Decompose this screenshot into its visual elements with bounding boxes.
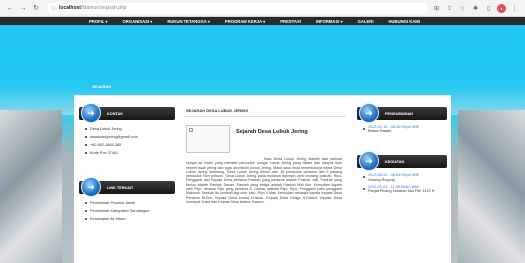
activity-list: 2019-08-20 - 08:53:00pm WIB Gotong Royon…	[363, 173, 447, 193]
info-icon[interactable]: ⓘ	[51, 5, 56, 12]
contact-header: ➜ KONTAK	[79, 103, 175, 123]
hero-left-decoration	[0, 110, 62, 263]
nav-item-informasi[interactable]: INFORMASI ▾	[316, 19, 343, 24]
link-kecamatan-air-hitam[interactable]: Kecamatan Air Hitam	[85, 215, 175, 223]
nav-item-galeri[interactable]: GALERI	[358, 19, 374, 24]
contact-item-address: Desa Lubuk Jering	[85, 125, 175, 133]
share-icon[interactable]: ⇪	[445, 4, 454, 13]
left-sidebar: ➜ KONTAK Desa Lubuk Jering desalubukjeri…	[79, 103, 175, 223]
section-title: SEJARAH DESA LUBUK JERING	[184, 107, 346, 117]
list-item[interactable]: 2022-01-15 - 08:25:00pm WIB Bakan Raskin	[363, 125, 447, 133]
nav-item-organisasi[interactable]: ORGANISASI ▾	[123, 19, 153, 24]
sidebar-icon[interactable]: ▯	[484, 4, 493, 13]
right-sidebar: ➜ PENGUMUMAN 2022-01-15 - 08:25:00pm WIB…	[357, 103, 447, 196]
article-body: Kata Desa Lubuk Jering diambil dari sebu…	[186, 157, 342, 204]
browser-toolbar: ← → ↻ ⓘ localhost /Mamun/sejarah.php ⊞ ⇪…	[0, 0, 525, 17]
activity-title[interactable]: Panjat Pinang Lebaran Idul Fitri 1443 H	[368, 189, 447, 193]
address-bar[interactable]: ⓘ localhost /Mamun/sejarah.php	[47, 2, 428, 14]
nav-item-prestasi[interactable]: PRESTASI	[280, 19, 301, 24]
nav-item-profil[interactable]: PROFIL ▾	[89, 19, 108, 24]
arrow-right-icon: ➜	[81, 103, 101, 123]
announcement-header: ➜ PENGUMUMAN	[357, 103, 447, 123]
announcement-list: 2022-01-15 - 08:25:00pm WIB Bakan Raskin	[363, 125, 447, 133]
article-image-placeholder	[186, 125, 230, 153]
nav-item-rukun-tetangga[interactable]: RUKUN TETANGGA ▾	[167, 19, 210, 24]
list-item[interactable]: 2022-01-01 - 11:43:00am WIB Panjat Pinan…	[363, 185, 447, 193]
related-links-list: Pemerintah Provinsi Jambi Pemerintah Kab…	[85, 199, 175, 223]
nav-item-hubungi-kami[interactable]: HUBUNGI KAMI	[389, 19, 420, 24]
arrow-right-icon: ➜	[359, 151, 379, 172]
site-navigation: PROFIL ▾ ORGANISASI ▾ RUKUN TETANGGA ▾ P…	[0, 17, 525, 25]
url-host: localhost	[59, 5, 81, 11]
reload-icon[interactable]: ↻	[31, 3, 41, 13]
list-item[interactable]: 2019-08-20 - 08:53:00pm WIB Gotong Royon…	[363, 173, 447, 182]
arrow-right-icon: ➜	[81, 177, 101, 197]
translate-icon[interactable]: ⊞	[432, 4, 441, 13]
link-provinsi-jambi[interactable]: Pemerintah Provinsi Jambi	[85, 199, 175, 207]
contact-item-email[interactable]: desalubukjering@gmail.com	[85, 133, 175, 141]
extension-icon[interactable]: ✱	[471, 4, 480, 13]
profile-avatar-icon[interactable]: ●	[497, 3, 506, 13]
url-path: /Mamun/sejarah.php	[80, 5, 127, 11]
menu-icon[interactable]: ⋮	[510, 4, 519, 13]
main-content: SEJARAH DESA LUBUK JERING Sejarah Desa L…	[184, 107, 346, 204]
contact-item-postcode: Kode Pos 37461	[85, 149, 175, 157]
article-title: Sejarah Desa Lubuk Jering	[236, 129, 308, 135]
hero-right-decoration	[458, 110, 525, 263]
hero-caption: SEJARAH	[92, 84, 112, 89]
activity-header: ➜ KEGIATAN	[357, 151, 447, 172]
forward-arrow-icon[interactable]: →	[18, 3, 28, 13]
content-card: ➜ KONTAK Desa Lubuk Jering desalubukjeri…	[74, 95, 451, 263]
back-arrow-icon[interactable]: ←	[5, 3, 15, 13]
nav-item-program-kerja[interactable]: PROGRAM KERJA ▾	[225, 19, 265, 24]
bookmark-star-icon[interactable]: ☆	[458, 4, 467, 13]
contact-list: Desa Lubuk Jering desalubukjering@gmail.…	[85, 125, 175, 157]
broken-image-icon	[189, 128, 193, 132]
arrow-right-icon: ➜	[359, 103, 379, 123]
activity-title[interactable]: Gotong Royong	[368, 178, 447, 182]
link-kabupaten-sarolangun[interactable]: Pemerintah Kabupaten Sarolangun	[85, 207, 175, 215]
news-title[interactable]: Bakan Raskin	[368, 129, 447, 133]
links-header: ➜ LINK TERKAIT	[79, 177, 175, 197]
contact-item-phone: +62 852-1663-385	[85, 141, 175, 149]
